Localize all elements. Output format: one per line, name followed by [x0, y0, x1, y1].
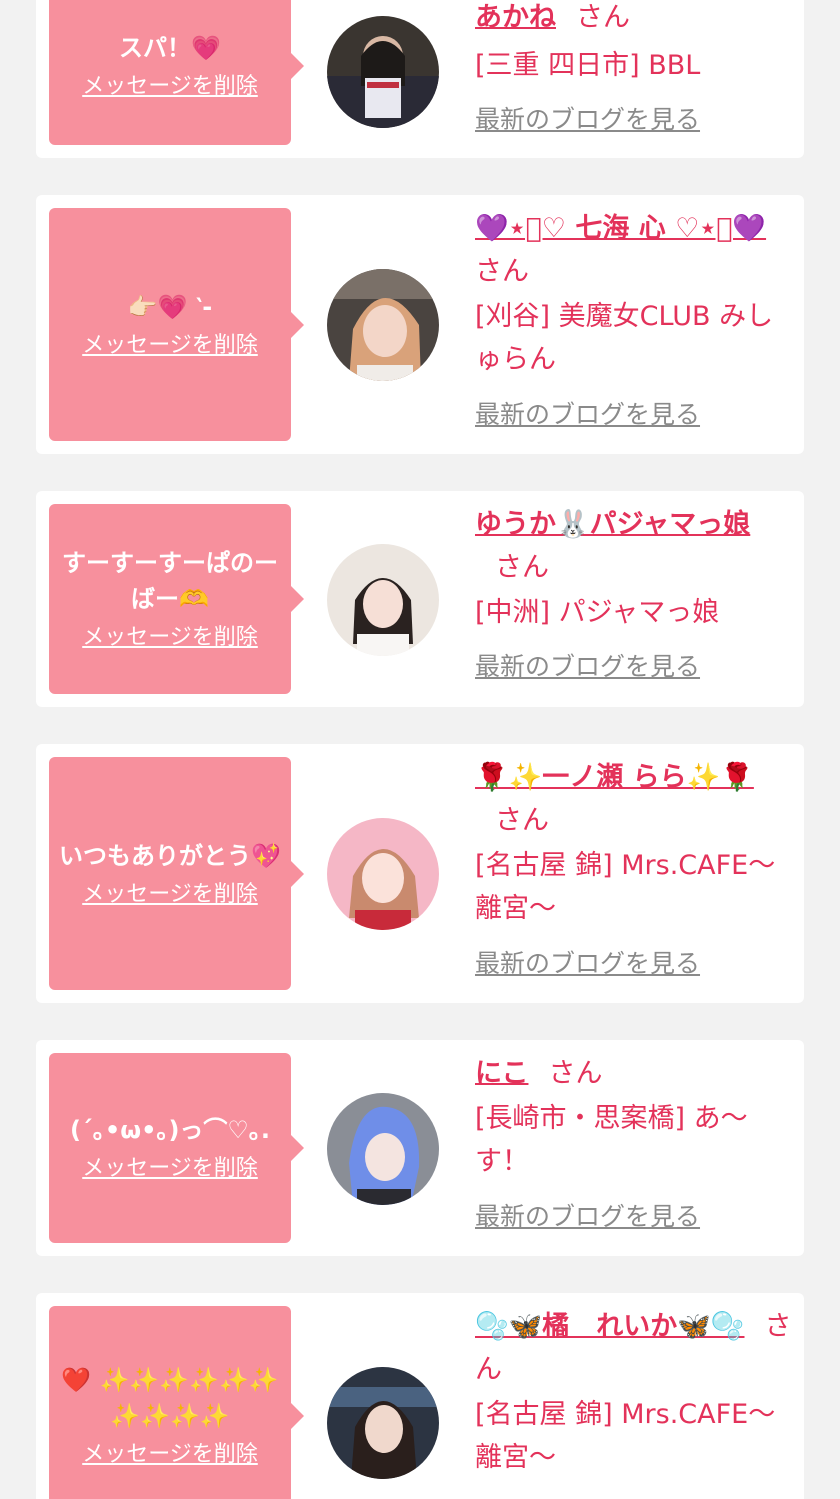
- girl-name-link[interactable]: 🫧🦋橘 れいか🦋🫧: [475, 1311, 744, 1342]
- message-bubble: (´｡•ω•｡)っ⌒♡｡. メッセージを削除: [49, 1053, 304, 1243]
- message-card: ❤️ ✨✨✨✨✨✨ ✨✨✨✨ メッセージを削除 🫧🦋橘 れいか🦋🫧 さん [名古屋…: [36, 1293, 804, 1499]
- delete-message-link[interactable]: メッセージを削除: [82, 331, 258, 361]
- avatar[interactable]: [327, 1367, 439, 1479]
- shop-name: [三重 四日市] BBL: [475, 50, 701, 81]
- message-card: すーすーすーぱのーばー🫶 メッセージを削除 ゆうか🐰パジャマっ娘さん [中洲] …: [36, 491, 804, 707]
- message-bubble: ❤️ ✨✨✨✨✨✨ ✨✨✨✨ メッセージを削除: [49, 1306, 304, 1499]
- honorific: さん: [475, 256, 529, 287]
- delete-message-link[interactable]: メッセージを削除: [82, 1440, 258, 1470]
- avatar[interactable]: [327, 269, 439, 381]
- honorific: さん: [495, 805, 549, 836]
- honorific: さん: [548, 1058, 603, 1089]
- message-text: (´｡•ω•｡)っ⌒♡｡.: [69, 1116, 271, 1144]
- girl-name-link[interactable]: ゆうか🐰パジャマっ娘: [475, 509, 750, 540]
- message-bubble: いつもありがとう💖 メッセージを削除: [49, 757, 304, 990]
- shop-name: [中洲] パジャマっ娘: [475, 597, 720, 628]
- latest-blog-link[interactable]: 最新のブログを見る: [475, 649, 795, 685]
- girl-info: ゆうか🐰パジャマっ娘さん [中洲] パジャマっ娘 最新のブログを見る: [475, 503, 795, 685]
- delete-message-link[interactable]: メッセージを削除: [82, 72, 258, 102]
- girl-info: 🌹✨一ノ瀬 らら✨🌹 さん [名古屋 錦] Mrs.CAFE〜離宮〜 最新のブログ…: [475, 756, 795, 982]
- message-text: すーすーすーぱのーばー🫶: [62, 549, 278, 613]
- girl-info: にこ さん [長崎市・思案橋] あ〜す！ 最新のブログを見る: [475, 1052, 795, 1235]
- message-text: ❤️ ✨✨✨✨✨✨ ✨✨✨✨: [61, 1366, 279, 1430]
- message-card: (´｡•ω•｡)っ⌒♡｡. メッセージを削除 にこ さん [長崎市・思案橋] あ〜…: [36, 1040, 804, 1256]
- avatar[interactable]: [327, 1093, 439, 1205]
- girl-info: 🫧🦋橘 れいか🦋🫧 さん [名古屋 錦] Mrs.CAFE〜離宮〜: [475, 1305, 795, 1479]
- delete-message-link[interactable]: メッセージを削除: [82, 1154, 258, 1184]
- message-card: 👉🏻💗 ‵- メッセージを削除 💜⋆͛♡ 七海 心 ♡⋆͛💜 さん [刈谷] 美…: [36, 195, 804, 454]
- latest-blog-link[interactable]: 最新のブログを見る: [475, 1199, 795, 1235]
- message-text: 👉🏻💗 ‵-: [127, 292, 213, 321]
- message-card: スパ！💗 メッセージを削除 あかね さん [三重 四日市] BBL 最新のブログを…: [36, 0, 804, 158]
- shop-name: [刈谷] 美魔女CLUB みしゅらん: [475, 301, 774, 375]
- girl-name-link[interactable]: あかね: [475, 2, 556, 33]
- girl-name-link[interactable]: 💜⋆͛♡ 七海 心 ♡⋆͛💜: [475, 213, 766, 244]
- honorific: さん: [576, 2, 630, 33]
- message-bubble: スパ！💗 メッセージを削除: [49, 0, 304, 145]
- avatar[interactable]: [327, 818, 439, 930]
- honorific: さん: [495, 552, 549, 583]
- delete-message-link[interactable]: メッセージを削除: [82, 623, 258, 653]
- avatar[interactable]: [327, 544, 439, 656]
- message-bubble: 👉🏻💗 ‵- メッセージを削除: [49, 208, 304, 441]
- message-bubble: すーすーすーぱのーばー🫶 メッセージを削除: [49, 504, 304, 694]
- shop-name: [名古屋 錦] Mrs.CAFE〜離宮〜: [475, 1399, 776, 1473]
- delete-message-link[interactable]: メッセージを削除: [82, 880, 258, 910]
- shop-name: [長崎市・思案橋] あ〜す！: [475, 1103, 748, 1177]
- latest-blog-link[interactable]: 最新のブログを見る: [475, 946, 795, 982]
- girl-info: あかね さん [三重 四日市] BBL 最新のブログを見る: [475, 0, 795, 138]
- message-card: いつもありがとう💖 メッセージを削除 🌹✨一ノ瀬 らら✨🌹 さん [名古屋 錦] …: [36, 744, 804, 1003]
- girl-name-link[interactable]: にこ: [475, 1058, 528, 1089]
- message-text: スパ！💗: [119, 33, 221, 62]
- girl-name-link[interactable]: 🌹✨一ノ瀬 らら✨🌹: [475, 762, 754, 793]
- avatar[interactable]: [327, 16, 439, 128]
- latest-blog-link[interactable]: 最新のブログを見る: [475, 397, 795, 433]
- girl-info: 💜⋆͛♡ 七海 心 ♡⋆͛💜 さん [刈谷] 美魔女CLUB みしゅらん 最新の…: [475, 207, 795, 433]
- message-list: スパ！💗 メッセージを削除 あかね さん [三重 四日市] BBL 最新のブログを…: [0, 0, 840, 1499]
- latest-blog-link[interactable]: 最新のブログを見る: [475, 102, 795, 138]
- message-text: いつもありがとう💖: [59, 841, 281, 870]
- shop-name: [名古屋 錦] Mrs.CAFE〜離宮〜: [475, 850, 776, 924]
